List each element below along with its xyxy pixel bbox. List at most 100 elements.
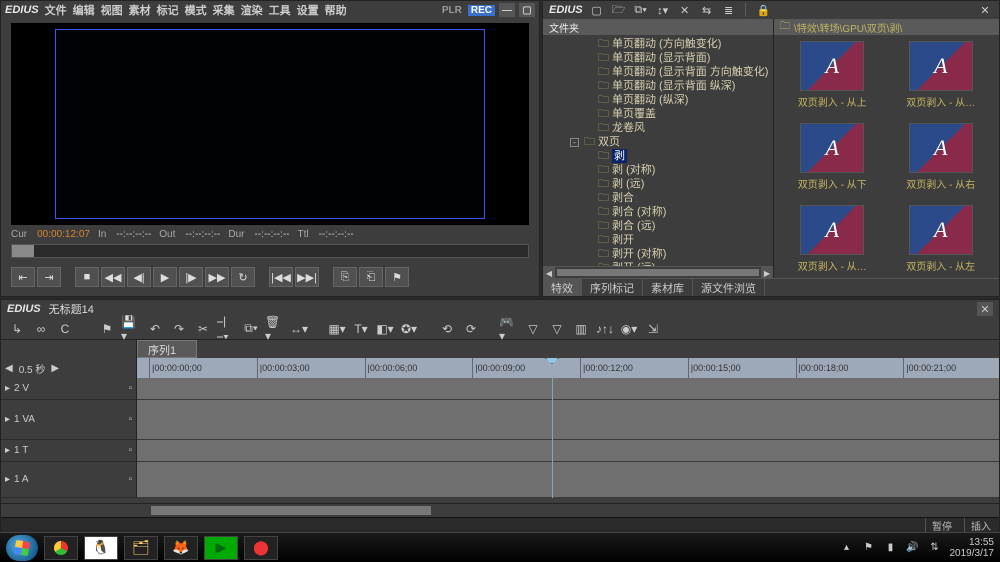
tool-cut-icon[interactable]: ✂: [193, 320, 213, 338]
replace-button[interactable]: ⚑: [385, 267, 409, 287]
task-chrome-icon[interactable]: [44, 536, 78, 560]
stop-button[interactable]: ■: [75, 267, 99, 287]
track-lane[interactable]: [137, 440, 999, 462]
folder-new-icon[interactable]: ▢: [589, 3, 605, 17]
menu-edit[interactable]: 编辑: [73, 2, 95, 18]
tool-transition-icon[interactable]: ◧▾: [375, 320, 395, 338]
next-edit-button[interactable]: ▶▶|: [295, 267, 319, 287]
next-frame-button[interactable]: |▶: [179, 267, 203, 287]
tray-net-icon[interactable]: ⇅: [928, 541, 942, 555]
tree-item[interactable]: 🗀剥合 (远): [547, 219, 769, 233]
tool-infinity-icon[interactable]: ∞: [31, 320, 51, 338]
track-expand-icon[interactable]: ▸: [5, 414, 10, 425]
track-expand-icon[interactable]: ▸: [5, 445, 10, 456]
track-lane[interactable]: [137, 378, 999, 400]
delete-icon[interactable]: ✕: [677, 3, 693, 17]
maximize-button[interactable]: ▢: [519, 3, 535, 17]
effect-item[interactable]: 双页剥入 - 从左: [889, 205, 994, 278]
scrub-bar[interactable]: [11, 244, 529, 258]
track-target-icon[interactable]: ▫: [128, 474, 132, 485]
prev-frame-button[interactable]: ◀|: [127, 267, 151, 287]
track-target-icon[interactable]: ▫: [128, 445, 132, 456]
tab-source[interactable]: 源文件浏览: [693, 279, 765, 296]
task-edius-icon[interactable]: ▶: [204, 536, 238, 560]
scale-right-arrow-icon[interactable]: ▶: [51, 363, 59, 374]
folders-scroll-h[interactable]: ◀ ▶: [543, 266, 773, 278]
lock-icon[interactable]: 🔒: [756, 3, 772, 17]
menu-render[interactable]: 渲染: [241, 2, 263, 18]
track-header[interactable]: ▸1 VA▫: [1, 400, 137, 440]
tool-delete-icon[interactable]: 🗑▾: [265, 320, 285, 338]
prev-edit-button[interactable]: |◀◀: [269, 267, 293, 287]
tray-clock[interactable]: 13:55 2019/3/17: [950, 537, 995, 559]
menu-clip[interactable]: 素材: [129, 2, 151, 18]
tool-arrow-icon[interactable]: ↳: [7, 320, 27, 338]
playhead[interactable]: [546, 358, 559, 364]
sequence-tab[interactable]: 序列1: [137, 340, 197, 358]
tab-effects[interactable]: 特效: [543, 279, 582, 296]
tree-item[interactable]: -🗀双页: [547, 135, 769, 149]
overwrite-button[interactable]: ⎗: [359, 267, 383, 287]
tree-item[interactable]: 🗀剥合 (对称): [547, 205, 769, 219]
tree-item[interactable]: 🗀剥 (远): [547, 177, 769, 191]
tool-split-icon[interactable]: ⎯|⎯▾: [217, 320, 237, 338]
tool-render-icon[interactable]: ▦▾: [327, 320, 347, 338]
tc-dur[interactable]: --:--:--:--: [255, 229, 290, 240]
menu-help[interactable]: 帮助: [325, 2, 347, 18]
tree-item[interactable]: 🗀单页翻动 (显示背面 方向触变化): [547, 65, 769, 79]
menu-settings[interactable]: 设置: [297, 2, 319, 18]
browser-close-icon[interactable]: ✕: [977, 3, 993, 17]
effect-item[interactable]: 双页剥入 - 从…: [889, 41, 994, 119]
tool-mixer-icon[interactable]: ♪↑↓: [595, 320, 615, 338]
track-expand-icon[interactable]: ▸: [5, 383, 10, 394]
folder-tree[interactable]: 🗀单页翻动 (方向触变化)🗀单页翻动 (显示背面)🗀单页翻动 (显示背面 方向触…: [543, 35, 773, 266]
tree-item[interactable]: 🗀剥 (对称): [547, 163, 769, 177]
task-record-icon[interactable]: ⬤: [244, 536, 278, 560]
menu-file[interactable]: 文件: [45, 2, 67, 18]
tree-item[interactable]: 🗀单页翻动 (方向触变化): [547, 37, 769, 51]
task-qq-icon[interactable]: 🐧: [84, 536, 118, 560]
loop-button[interactable]: ↻: [231, 267, 255, 287]
tree-item[interactable]: 🗀龙卷风: [547, 121, 769, 135]
tool-outgroup-icon[interactable]: ⟳: [461, 320, 481, 338]
track-body[interactable]: [137, 378, 999, 503]
tool-record-icon[interactable]: ◉▾: [619, 320, 639, 338]
list-icon[interactable]: ≣: [721, 3, 737, 17]
tool-save-icon[interactable]: 💾▾: [121, 320, 141, 338]
track-header[interactable]: ▸1 A▫: [1, 462, 137, 498]
tool-title-icon[interactable]: T▾: [351, 320, 371, 338]
tc-cur[interactable]: 00:00:12:07: [37, 229, 90, 240]
menu-tools[interactable]: 工具: [269, 2, 291, 18]
track-header[interactable]: ▸1 T▫: [1, 440, 137, 462]
tool-effect-icon[interactable]: ✪▾: [399, 320, 419, 338]
track-target-icon[interactable]: ▫: [128, 414, 132, 425]
track-expand-icon[interactable]: ▸: [5, 474, 10, 485]
scrub-handle[interactable]: [12, 245, 34, 257]
tree-item[interactable]: 🗀剥合: [547, 191, 769, 205]
tool-ingroup-icon[interactable]: ⟲: [437, 320, 457, 338]
tray-sound-icon[interactable]: 🔊: [906, 541, 920, 555]
tc-ttl[interactable]: --:--:--:--: [319, 229, 354, 240]
group-icon[interactable]: ⧉▾: [633, 3, 649, 17]
play-button[interactable]: ▶: [153, 267, 177, 287]
timeline-scroll-thumb[interactable]: [151, 506, 431, 515]
tray-signal-icon[interactable]: ▮: [884, 541, 898, 555]
tool-redo-icon[interactable]: ↷: [169, 320, 189, 338]
insert-button[interactable]: ⎘: [333, 267, 357, 287]
set-in-button[interactable]: ⇤: [11, 267, 35, 287]
tree-item[interactable]: 🗀单页翻动 (纵深): [547, 93, 769, 107]
track-lane[interactable]: [137, 462, 999, 498]
tc-out[interactable]: --:--:--:--: [185, 229, 220, 240]
tool-marker2-icon[interactable]: ▽: [547, 320, 567, 338]
tree-item[interactable]: 🗀剥开: [547, 233, 769, 247]
tree-item[interactable]: 🗀剥开 (对称): [547, 247, 769, 261]
track-header[interactable]: ▸2 V▫: [1, 378, 137, 400]
task-firefox-icon[interactable]: 🦊: [164, 536, 198, 560]
effect-item[interactable]: 双页剥入 - 从上: [780, 41, 885, 119]
start-button[interactable]: [6, 535, 38, 561]
rewind-button[interactable]: ◀◀: [101, 267, 125, 287]
menu-mode[interactable]: 模式: [185, 2, 207, 18]
tab-bin[interactable]: 素材库: [643, 279, 693, 296]
scroll-left-arrow-icon[interactable]: ◀: [543, 267, 555, 278]
set-out-button[interactable]: ⇥: [37, 267, 61, 287]
